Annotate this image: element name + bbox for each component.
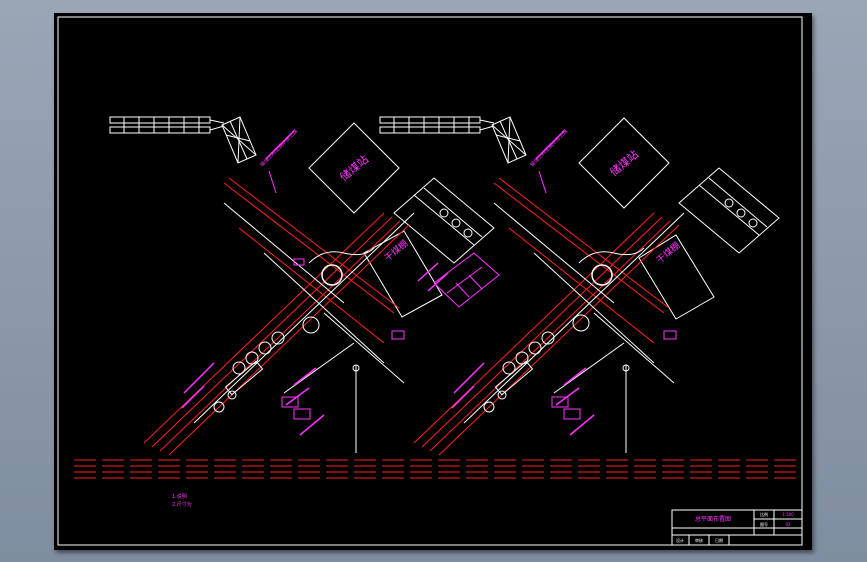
note-line-1: 1.说明 bbox=[172, 493, 187, 500]
title-block-sheet-value: 01 bbox=[785, 522, 791, 527]
left-dry-coal-label: 干煤棚 bbox=[382, 237, 410, 264]
left-coal-storage-label: 储煤站 bbox=[337, 152, 371, 184]
right-annotation-lines bbox=[451, 130, 595, 436]
title-block-drawing-title: 总平面布置图 bbox=[695, 515, 731, 523]
left-main-conveyor-lines bbox=[143, 177, 410, 456]
right-settling-tank[interactable] bbox=[572, 314, 590, 332]
right-trestle-truss bbox=[491, 116, 527, 164]
title-block-sheet-label: 图号 bbox=[760, 521, 768, 527]
right-equipment-cluster[interactable] bbox=[483, 331, 555, 413]
right-leader-line bbox=[538, 170, 547, 194]
right-boiler-house-detail bbox=[698, 177, 768, 236]
left-leader-label: 输煤上料至锅炉房上煤 bbox=[259, 128, 299, 168]
right-leader-label: 输煤上料至锅炉房上煤 bbox=[529, 128, 569, 168]
left-station[interactable]: 储煤站 干煤棚 输煤上料至锅炉房上煤 1.说明 2.尺寸为 bbox=[109, 116, 500, 508]
title-block-checker: 审核 bbox=[695, 537, 703, 543]
right-dry-coal-label: 干煤棚 bbox=[654, 239, 682, 266]
left-annotation-lines bbox=[181, 130, 449, 436]
drawing-sheet[interactable]: 储煤站 干煤棚 输煤上料至锅炉房上煤 1.说明 2.尺寸为 储煤站 干煤棚 输煤… bbox=[54, 13, 812, 550]
right-conveyor-feeder bbox=[379, 116, 495, 134]
left-pump-room[interactable] bbox=[433, 252, 500, 308]
railway-tracks bbox=[74, 459, 799, 479]
title-block-scale-value: 1:500 bbox=[782, 512, 794, 517]
left-boiler-house-detail bbox=[413, 187, 483, 246]
title-block[interactable]: 总平面布置图 比例 1:500 图号 01 设计 审核 日期 bbox=[671, 509, 803, 546]
note-line-2: 2.尺寸为 bbox=[172, 501, 192, 508]
left-equipment-cluster[interactable] bbox=[213, 331, 285, 413]
left-trestle-truss bbox=[221, 116, 257, 164]
right-small-boxes bbox=[551, 330, 677, 420]
cad-drawing-canvas[interactable]: 储煤站 干煤棚 输煤上料至锅炉房上煤 1.说明 2.尺寸为 储煤站 干煤棚 输煤… bbox=[54, 13, 812, 550]
title-block-scale-label: 比例 bbox=[760, 511, 768, 517]
left-leader-line bbox=[268, 170, 277, 194]
title-block-designer: 设计 bbox=[676, 537, 684, 543]
right-coal-storage-label: 储煤站 bbox=[607, 147, 641, 179]
title-block-date: 日期 bbox=[715, 537, 723, 543]
left-conveyor-feeder bbox=[109, 116, 225, 134]
cad-viewport[interactable]: 储煤站 干煤棚 输煤上料至锅炉房上煤 1.说明 2.尺寸为 储煤站 干煤棚 输煤… bbox=[0, 0, 867, 562]
right-station[interactable]: 储煤站 干煤棚 输煤上料至锅炉房上煤 bbox=[379, 116, 780, 456]
